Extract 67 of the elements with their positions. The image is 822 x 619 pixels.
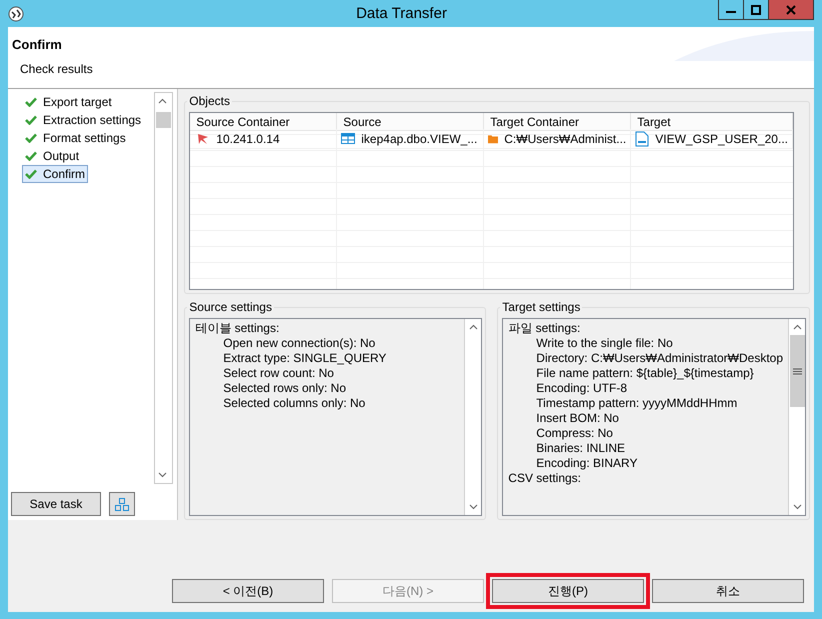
boxes-icon bbox=[115, 498, 129, 510]
check-icon bbox=[25, 169, 37, 179]
page-title: Confirm bbox=[12, 37, 63, 52]
scroll-down-icon[interactable] bbox=[468, 504, 478, 510]
table-cell: 10.241.0.14 bbox=[216, 132, 280, 146]
settings-line: Insert BOM: No bbox=[535, 411, 620, 426]
wizard-button[interactable]: 취소 bbox=[652, 579, 804, 603]
table-cell: ikep4ap.dbo.VIEW_... bbox=[361, 132, 478, 146]
scroll-down-icon[interactable] bbox=[792, 504, 802, 510]
settings-line: Write to the single file: No bbox=[535, 336, 674, 351]
settings-heading: CSV settings: bbox=[508, 471, 582, 486]
column-header[interactable]: Source bbox=[337, 113, 484, 131]
maximize-icon bbox=[751, 4, 761, 14]
settings-text-area[interactable]: 테이블 settings: Open new connection(s): No Extract type: SINGLE_QUERY Select row count: No Selected rows only: No Selected columns only: No bbox=[189, 318, 482, 516]
tasks-button[interactable] bbox=[109, 492, 135, 516]
app-icon bbox=[8, 6, 24, 22]
check-icon bbox=[25, 115, 37, 125]
group-title: Target settings bbox=[500, 300, 582, 314]
check-icon bbox=[25, 133, 37, 143]
csv-file-icon bbox=[635, 130, 650, 146]
page-subtitle: Check results bbox=[20, 62, 94, 76]
settings-line: Selected columns only: No bbox=[222, 396, 366, 411]
column-header[interactable]: Target Container bbox=[484, 113, 632, 131]
settings-line: Extract type: SINGLE_QUERY bbox=[222, 351, 388, 366]
settings-line: File name pattern: ${table}_${timestamp} bbox=[535, 366, 755, 381]
settings-line: Binaries: INLINE bbox=[535, 441, 626, 456]
scroll-up-icon[interactable] bbox=[158, 98, 168, 104]
settings-heading: 파일 settings: bbox=[508, 321, 582, 336]
scroll-up-icon[interactable] bbox=[792, 324, 802, 330]
settings-line: Encoding: BINARY bbox=[535, 456, 638, 471]
step-item[interactable]: Format settings bbox=[22, 129, 129, 147]
settings-line: Timestamp pattern: yyyyMMddHHmm bbox=[535, 396, 738, 411]
step-item[interactable]: Export target bbox=[22, 93, 115, 111]
check-icon bbox=[25, 151, 37, 161]
wizard-button[interactable]: 진행(P) bbox=[492, 579, 644, 603]
close-button[interactable] bbox=[768, 0, 814, 20]
check-icon bbox=[25, 97, 37, 107]
group-title: Objects bbox=[187, 94, 232, 108]
minimize-button[interactable] bbox=[718, 0, 744, 20]
scroll-thumb[interactable] bbox=[790, 335, 804, 407]
table-cell: VIEW_GSP_USER_20... bbox=[655, 132, 788, 146]
scrollbar[interactable] bbox=[154, 92, 174, 484]
scroll-up-icon[interactable] bbox=[468, 324, 478, 330]
save-task-button[interactable]: Save task bbox=[11, 492, 101, 516]
settings-heading: 테이블 settings: bbox=[195, 321, 280, 336]
column-header[interactable]: Target bbox=[631, 113, 793, 131]
group-title: Source settings bbox=[187, 300, 274, 314]
folder-icon bbox=[488, 132, 498, 144]
step-item[interactable]: Extraction settings bbox=[22, 111, 144, 129]
window-title: Data Transfer bbox=[355, 5, 448, 22]
table-icon bbox=[341, 133, 356, 144]
settings-line: Open new connection(s): No bbox=[222, 336, 376, 351]
scrollbar[interactable] bbox=[464, 319, 482, 515]
column-header[interactable]: Source Container bbox=[190, 113, 338, 131]
settings-line: Selected rows only: No bbox=[222, 381, 347, 396]
settings-line: Directory: C:₩Users₩Administrator₩Desktop bbox=[535, 351, 783, 366]
settings-line: Encoding: UTF-8 bbox=[535, 381, 628, 396]
scroll-down-icon[interactable] bbox=[158, 472, 168, 478]
step-item[interactable]: Confirm bbox=[22, 165, 88, 183]
step-item[interactable]: Output bbox=[22, 147, 82, 165]
scrollbar[interactable] bbox=[788, 319, 805, 515]
settings-line: Compress: No bbox=[535, 426, 614, 441]
close-icon bbox=[786, 4, 796, 14]
settings-line: Select row count: No bbox=[222, 366, 335, 381]
scroll-thumb[interactable] bbox=[156, 112, 172, 128]
wizard-button[interactable]: < 이전(B) bbox=[172, 579, 324, 603]
table-cell: C:₩Users₩Administ... bbox=[504, 132, 626, 146]
